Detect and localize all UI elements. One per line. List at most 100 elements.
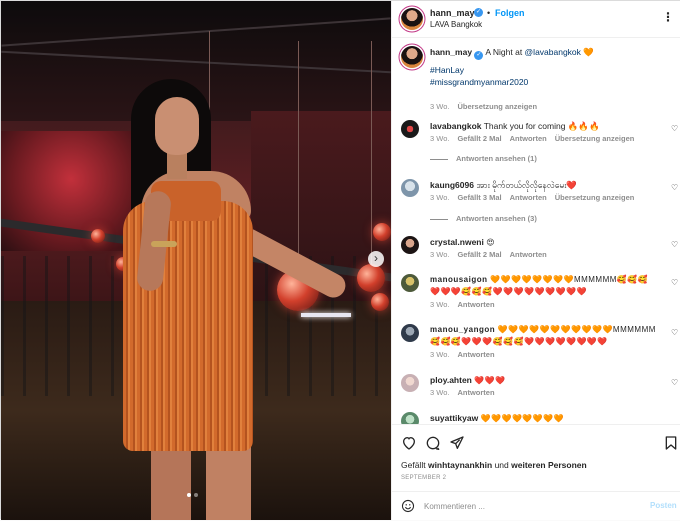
- verified-badge-icon: ✓: [474, 51, 484, 60]
- comment-username[interactable]: lavabangkok: [430, 121, 482, 131]
- reply-link[interactable]: Antworten: [510, 134, 547, 143]
- post-comment-button[interactable]: Posten: [650, 501, 677, 510]
- comment-text: ploy.ahten ❤️❤️❤️: [430, 374, 660, 387]
- comment-body: Thank you for coming 🔥🔥🔥: [483, 121, 600, 131]
- photo-disco-ball: [373, 223, 391, 241]
- photo-disco-ball: [371, 293, 389, 311]
- reply-link[interactable]: Antworten: [457, 388, 494, 397]
- comment-meta: 3 Wo. Gefällt 2 Mal Antworten: [430, 250, 555, 259]
- view-replies-link[interactable]: Antworten ansehen (3): [430, 214, 537, 223]
- post-date[interactable]: SEPTEMBER 2: [401, 475, 446, 481]
- follow-button[interactable]: Folgen: [495, 8, 525, 18]
- comment-like-heart-icon[interactable]: ♡: [671, 240, 678, 249]
- comment-username[interactable]: ploy.ahten: [430, 375, 472, 385]
- comment-age: 3 Wo.: [430, 350, 450, 359]
- comment-username[interactable]: crystal.nweni: [430, 237, 484, 247]
- translate-link[interactable]: Übersetzung anzeigen: [555, 134, 635, 143]
- caption-meta: 3 Wo. Übersetzung anzeigen: [430, 102, 545, 111]
- hashtag[interactable]: #missgrandmyanmar2020: [430, 77, 528, 87]
- commenter-avatar[interactable]: [401, 374, 419, 392]
- caption-age: 3 Wo.: [430, 102, 450, 111]
- emoji-smiley-icon[interactable]: [401, 499, 415, 513]
- liked-by-text: Gefällt winhtaynankhin und weiteren Pers…: [401, 460, 587, 470]
- reply-link[interactable]: Antworten: [457, 350, 494, 359]
- comment-like-heart-icon[interactable]: ♡: [671, 278, 678, 287]
- comment-age: 3 Wo.: [430, 250, 450, 259]
- author-avatar[interactable]: [401, 8, 423, 30]
- commenter-avatar[interactable]: [401, 236, 419, 254]
- bookmark-icon[interactable]: [663, 435, 679, 451]
- comment-body: 🧡🧡🧡🧡🧡🧡🧡🧡: [480, 414, 565, 423]
- person-legs: [151, 441, 251, 520]
- reply-link[interactable]: Antworten: [510, 250, 547, 259]
- comment-meta: 3 Wo. Antworten: [430, 300, 503, 309]
- commenter-avatar[interactable]: [401, 324, 419, 342]
- comment-username[interactable]: manousaigon: [430, 275, 488, 284]
- commenter-avatar[interactable]: [401, 120, 419, 138]
- comment-meta: 3 Wo. Gefällt 2 Mal Antworten Übersetzung a…: [430, 134, 642, 143]
- author-username[interactable]: hann_may: [430, 8, 475, 18]
- photo-neon-light: [301, 313, 351, 317]
- comment-body: ❤️❤️❤️: [474, 376, 506, 385]
- verified-badge-icon: ✓: [474, 8, 483, 17]
- comment-like-heart-icon[interactable]: ♡: [671, 378, 678, 387]
- comment-likes[interactable]: Gefällt 3 Mal: [457, 193, 501, 202]
- comment-age: 3 Wo.: [430, 388, 450, 397]
- caption-username[interactable]: hann_may: [430, 47, 472, 57]
- reply-link[interactable]: Antworten: [510, 193, 547, 202]
- commenter-avatar[interactable]: [401, 412, 419, 424]
- photo-wire: [298, 41, 299, 271]
- view-replies-link[interactable]: Antworten ansehen (1): [430, 154, 537, 163]
- caption-emoji: 🧡: [583, 47, 594, 57]
- commenter-avatar[interactable]: [401, 179, 419, 197]
- photo-wire: [371, 41, 372, 266]
- comment-like-heart-icon[interactable]: ♡: [671, 183, 678, 192]
- post-location[interactable]: LAVA Bangkok: [430, 20, 482, 29]
- separator-dot: •: [487, 8, 491, 18]
- more-options-icon[interactable]: ⋮: [662, 10, 674, 24]
- like-heart-icon[interactable]: [401, 435, 417, 451]
- caption-mention[interactable]: @lavabangkok: [525, 47, 581, 57]
- gold-armband: [151, 241, 177, 247]
- caption-body: A Night at: [485, 47, 525, 57]
- comment-text: crystal.nweni 😍: [430, 236, 660, 249]
- comment-username[interactable]: kaung6096: [430, 180, 474, 190]
- comment-text: kaung6096 အား မိုက်တယ်လိုလိုနေလဲမေး❤️: [430, 179, 660, 191]
- liked-by-mid: und: [494, 460, 509, 470]
- comment-text: suyattikyaw 🧡🧡🧡🧡🧡🧡🧡🧡: [430, 412, 660, 424]
- comment-meta: 3 Wo. Antworten: [430, 350, 503, 359]
- author-avatar[interactable]: [401, 46, 423, 68]
- comment-likes[interactable]: Gefällt 2 Mal: [457, 134, 501, 143]
- post-side-panel: hann_may ✓ • Folgen LAVA Bangkok ⋮ hann_…: [391, 1, 680, 520]
- comment-text: manousaigon 🧡🧡🧡🧡🧡🧡🧡🧡MMMMMM🥰🥰🥰❤️❤️❤️🥰🥰🥰❤️…: [430, 274, 658, 298]
- comment-username[interactable]: suyattikyaw: [430, 413, 478, 423]
- comment-like-heart-icon[interactable]: ♡: [671, 124, 678, 133]
- liked-by-user[interactable]: winhtaynankhin: [428, 460, 492, 470]
- hashtag[interactable]: #HanLay: [430, 65, 464, 75]
- post-photo[interactable]: ›: [1, 1, 391, 520]
- comment-likes[interactable]: Gefällt 2 Mal: [457, 250, 501, 259]
- liked-by-others[interactable]: weiteren Personen: [511, 460, 587, 470]
- comment-age: 3 Wo.: [430, 300, 450, 309]
- comments-list[interactable]: hann_may ✓ A Night at @lavabangkok 🧡 #Ha…: [392, 38, 680, 424]
- instagram-post: › hann_may ✓ • Folgen LAVA Bangkok ⋮ han…: [0, 0, 680, 520]
- comment-like-heart-icon[interactable]: ♡: [671, 328, 678, 337]
- person-face: [155, 97, 199, 155]
- comment-input[interactable]: [424, 500, 644, 513]
- comment-age: 3 Wo.: [430, 134, 450, 143]
- comment-text: lavabangkok Thank you for coming 🔥🔥🔥: [430, 120, 660, 132]
- comment-body: အား မိုက်တယ်လိုလိုနေလဲမေး❤️: [476, 180, 577, 190]
- photo-disco-ball: [91, 229, 105, 243]
- reply-link[interactable]: Antworten: [457, 300, 494, 309]
- comment-bubble-icon[interactable]: [425, 435, 441, 451]
- carousel-next-button[interactable]: ›: [368, 251, 384, 267]
- commenter-avatar[interactable]: [401, 274, 419, 292]
- add-comment-bar: Posten: [392, 491, 680, 521]
- translate-link[interactable]: Übersetzung anzeigen: [555, 193, 635, 202]
- photo-disco-ball: [357, 264, 385, 292]
- share-send-icon[interactable]: [449, 435, 465, 451]
- translate-link[interactable]: Übersetzung anzeigen: [457, 102, 537, 111]
- carousel-dots: [187, 493, 198, 497]
- comment-username[interactable]: manou_yangon: [430, 325, 495, 334]
- comment-body: 😍: [486, 238, 496, 247]
